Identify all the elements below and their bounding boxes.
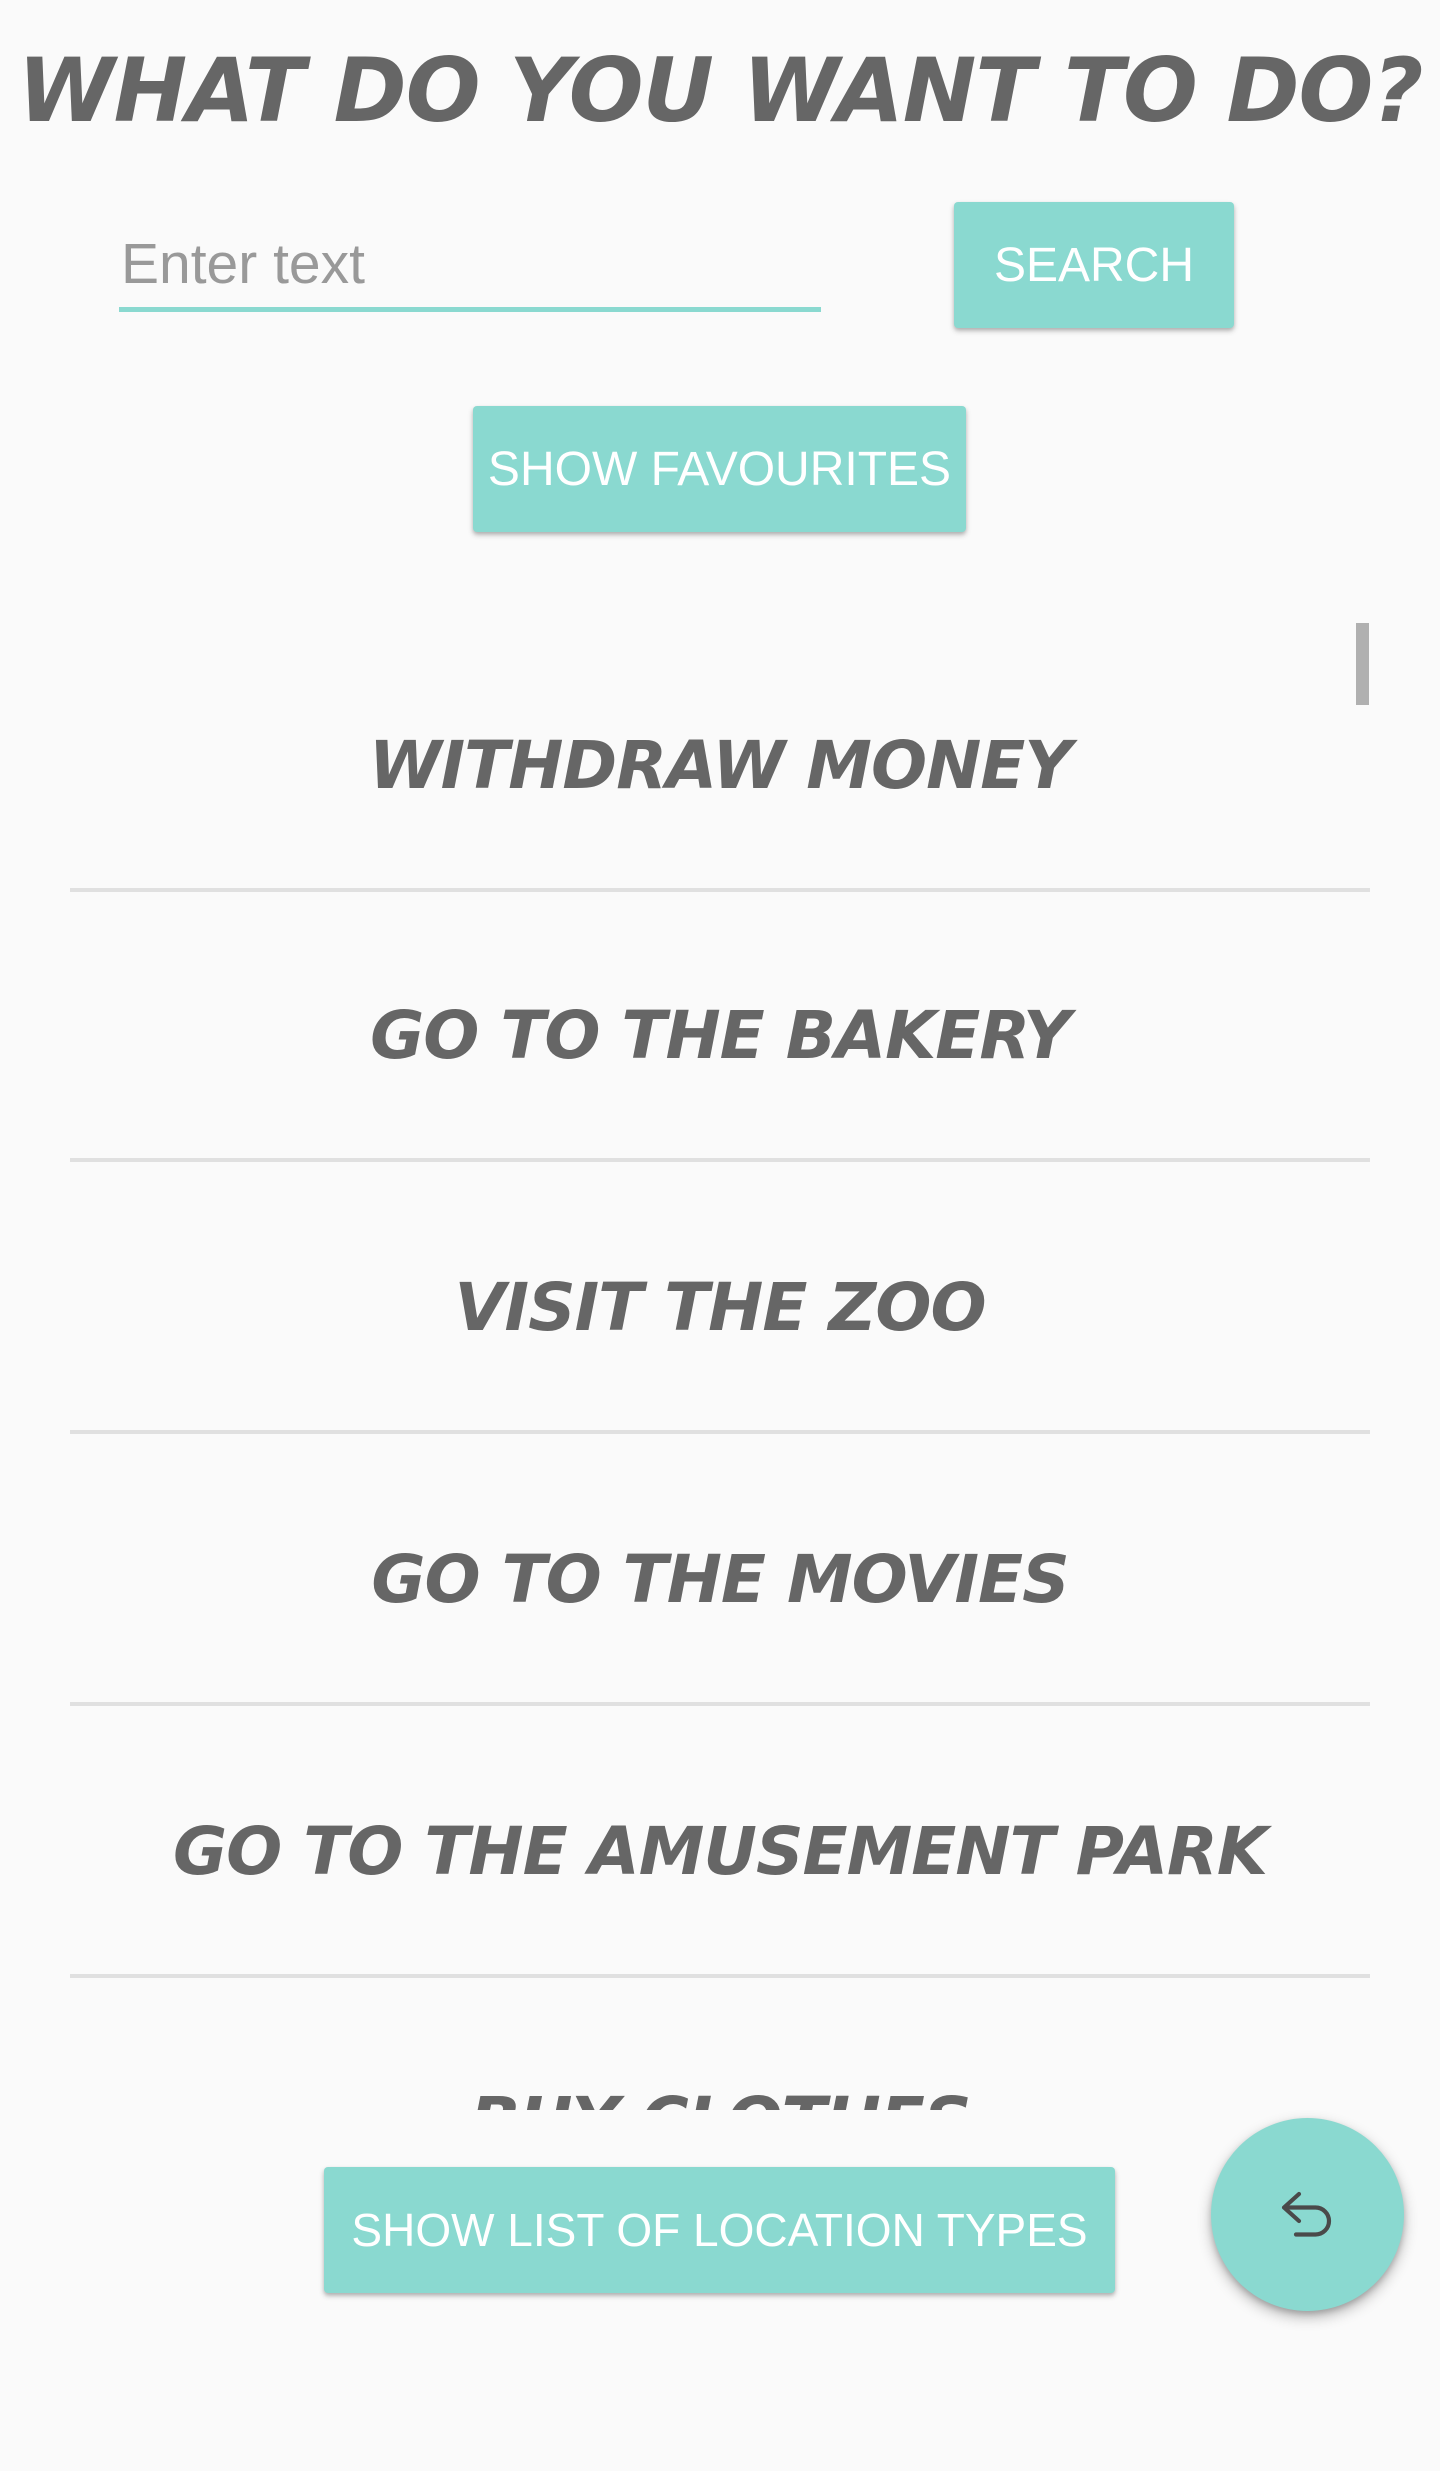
list-item-label: WITHDRAW MONEY (368, 726, 1072, 804)
list-scrollbar[interactable] (1356, 623, 1369, 705)
list-item[interactable]: WITHDRAW MONEY (70, 622, 1370, 892)
list-item-label: VISIT THE ZOO (454, 1268, 986, 1346)
list-item[interactable]: GO TO THE BAKERY (70, 892, 1370, 1162)
list-item[interactable]: VISIT THE ZOO (70, 1164, 1370, 1434)
page-title: WHAT DO YOU WANT TO DO? (17, 39, 1424, 142)
undo-fab-button[interactable] (1211, 2118, 1404, 2311)
activity-list[interactable]: WITHDRAW MONEY GO TO THE BAKERY VISIT TH… (70, 622, 1370, 2110)
list-item-label: BUY CLOTHES (470, 2083, 972, 2111)
show-location-types-button[interactable]: SHOW LIST OF LOCATION TYPES (324, 2167, 1115, 2293)
search-input[interactable] (119, 220, 821, 312)
list-item[interactable]: GO TO THE MOVIES (70, 1436, 1370, 1706)
list-item-label: GO TO THE BAKERY (370, 996, 1071, 1074)
show-favourites-button[interactable]: SHOW FAVOURITES (473, 406, 966, 532)
list-item-label: GO TO THE MOVIES (371, 1540, 1069, 1618)
undo-icon (1281, 2191, 1331, 2237)
list-item[interactable]: GO TO THE AMUSEMENT PARK (70, 1708, 1370, 1978)
search-button[interactable]: SEARCH (954, 202, 1234, 328)
list-item[interactable]: BUY CLOTHES (70, 1978, 1370, 2111)
list-item-label: GO TO THE AMUSEMENT PARK (172, 1812, 1268, 1890)
